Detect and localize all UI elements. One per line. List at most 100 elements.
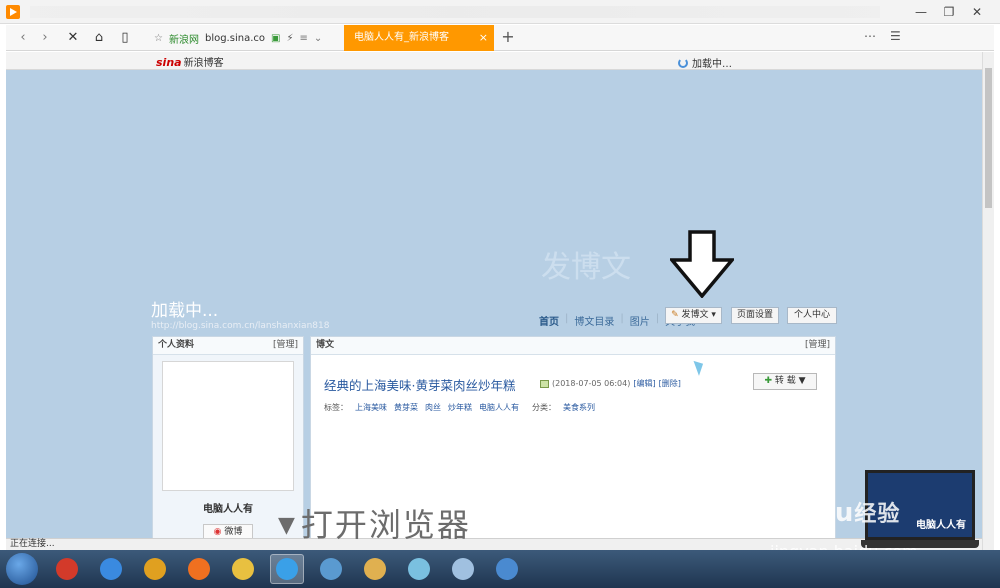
taskbar-settings[interactable]	[490, 554, 524, 584]
page-settings-button[interactable]: 页面设置	[731, 307, 779, 324]
tag-link[interactable]: 黄芽菜	[394, 402, 418, 413]
web-page: sina 新浪博客 加载中… 发博文 加载中... http://blog.sin…	[6, 52, 982, 538]
close-window-button[interactable]: ✕	[966, 3, 988, 21]
scrollbar-thumb[interactable]	[985, 68, 992, 208]
network-icon	[408, 558, 430, 580]
taskbar-browser-active[interactable]	[270, 554, 304, 584]
edit-icon: ✎	[671, 310, 679, 320]
category-link[interactable]: 美食系列	[563, 402, 595, 413]
articles-heading: 博文	[316, 340, 335, 350]
tag-link[interactable]: 肉丝	[425, 402, 441, 413]
loading-spinner-icon	[678, 57, 688, 68]
taskbar-ie[interactable]	[94, 554, 128, 584]
taskbar-chrome[interactable]	[138, 554, 172, 584]
down-arrow-annotation-icon	[670, 230, 734, 298]
minimize-button[interactable]: —	[910, 3, 932, 21]
personal-center-button[interactable]: 个人中心	[787, 307, 837, 324]
chevron-down-icon: ▾	[711, 310, 716, 320]
delete-post-link[interactable]: [删除]	[659, 378, 681, 389]
flash-icon[interactable]: ⚡	[286, 33, 293, 44]
folder-yellow-icon	[232, 558, 254, 580]
explorer-icon	[364, 558, 386, 580]
back-icon[interactable]: ‹	[14, 29, 32, 47]
address-text[interactable]: blog.sina.co	[205, 33, 265, 44]
loading-text: 加载中…	[692, 59, 732, 70]
bookmark-icon[interactable]: ▣	[271, 33, 280, 44]
address-bar[interactable]: ☆ 新浪网 blog.sina.co ▣ ⚡ ≡ ⌄	[154, 27, 344, 49]
taskbar-media[interactable]	[182, 554, 216, 584]
tab-active[interactable]: 电脑人人有_新浪博客 ×	[344, 25, 494, 51]
logo-subtitle: 新浪博客	[183, 58, 224, 69]
weibo-icon: ◉	[213, 527, 222, 537]
taskbar-app-red[interactable]	[50, 554, 84, 584]
restore-button[interactable]: ❐	[938, 3, 960, 21]
browser-toolbar: ‹ › ✕ ⌂ ▯ ☆ 新浪网 blog.sina.co ▣ ⚡ ≡ ⌄ 电脑人…	[6, 25, 994, 51]
edit-post-link[interactable]: [编辑]	[633, 378, 655, 389]
chevron-down-icon[interactable]: ⌄	[314, 33, 322, 44]
home-icon[interactable]: ⌂	[90, 29, 108, 47]
nav-catalog[interactable]: 博文目录	[574, 313, 614, 328]
post-article-button[interactable]: ✎ 发博文 ▾	[665, 307, 722, 324]
vertical-scrollbar[interactable]	[982, 52, 994, 550]
window-titlebar: — ❐ ✕	[0, 0, 1000, 24]
chrome-icon	[144, 558, 166, 580]
taskbar-network[interactable]	[402, 554, 436, 584]
more-menu-icon[interactable]: ⋯	[864, 29, 876, 43]
watermark-text: 发博文	[541, 250, 631, 285]
site-name: 新浪网	[168, 34, 199, 46]
articles-manage-link[interactable]: [管理]	[805, 337, 830, 354]
blog-url[interactable]: http://blog.sina.com.cn/lanshanxian818	[151, 321, 329, 331]
repost-button[interactable]: ✚ 转 载 ▼	[753, 373, 817, 390]
list-icon[interactable]: ≡	[299, 33, 307, 44]
picture-icon	[540, 379, 549, 388]
post-meta: (2018-07-05 06:04) [编辑] [删除]	[540, 378, 681, 389]
taskbar-remote[interactable]	[314, 554, 348, 584]
post-title-link[interactable]: 经典的上海美味·黄芽菜肉丝炒年糕	[324, 375, 515, 394]
new-tab-button[interactable]: +	[498, 27, 518, 47]
settings-icon	[496, 558, 518, 580]
nav-separator: |	[655, 313, 660, 324]
browser-app-icon	[6, 5, 20, 19]
reading-mode-icon[interactable]: ▯	[116, 29, 134, 47]
sina-blog-logo[interactable]: sina 新浪博客	[154, 54, 224, 69]
baidu-jingyan-watermark: Baidu经验	[766, 496, 900, 528]
taskbar-paint[interactable]	[446, 554, 480, 584]
weibo-label: 微博	[224, 527, 243, 537]
stop-icon[interactable]: ✕	[64, 29, 82, 47]
profile-manage-link[interactable]: [管理]	[273, 337, 298, 354]
laptop-text: 电脑人人有	[916, 520, 966, 531]
jingyan-text: 经验	[854, 502, 901, 527]
avatar[interactable]	[162, 361, 294, 491]
post-date: (2018-07-05 06:04)	[552, 379, 631, 388]
chevron-down-icon: ▼	[798, 376, 806, 386]
forward-icon[interactable]: ›	[36, 29, 54, 47]
nav-separator: |	[620, 313, 624, 324]
nav-pictures[interactable]: 图片	[630, 313, 650, 328]
browser-active-icon	[276, 558, 298, 580]
profile-panel-header: 个人资料 [管理]	[153, 337, 303, 355]
app-red-icon	[56, 558, 78, 580]
start-button[interactable]	[6, 553, 38, 585]
tab-close-icon[interactable]: ×	[479, 25, 488, 51]
baidu-text: Baidu	[766, 498, 855, 528]
tag-link[interactable]: 上海美味	[355, 402, 387, 413]
titlebar-tabs-strip	[30, 6, 880, 18]
articles-panel-header: 博文 [管理]	[311, 337, 835, 355]
nav-home[interactable]: 首页	[539, 313, 559, 328]
tag-link[interactable]: 电脑人人有	[479, 402, 519, 413]
paint-icon	[452, 558, 474, 580]
ie-icon	[100, 558, 122, 580]
category-label: 分类：	[532, 403, 556, 412]
caption-text: 打开浏览器	[300, 506, 471, 544]
taskbar-explorer[interactable]	[358, 554, 392, 584]
hamburger-menu-icon[interactable]: ☰	[890, 29, 901, 43]
blog-title: 加载中...	[151, 301, 219, 321]
caption-marker-icon: ▼	[278, 513, 297, 538]
star-icon[interactable]: ☆	[154, 33, 163, 44]
taskbar-folder-yellow[interactable]	[226, 554, 260, 584]
weibo-button[interactable]: ◉ 微博	[203, 524, 253, 538]
loading-indicator: 加载中…	[678, 55, 732, 70]
tag-link[interactable]: 炒年糕	[448, 402, 472, 413]
remote-icon	[320, 558, 342, 580]
profile-heading: 个人资料	[158, 340, 195, 350]
